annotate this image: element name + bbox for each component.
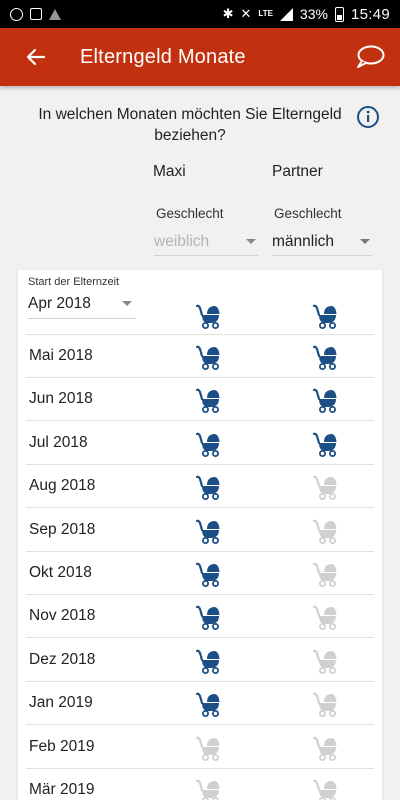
parent2-stroller-toggle-icon[interactable] xyxy=(311,691,339,718)
account-icon xyxy=(10,7,23,21)
parent1-stroller-toggle-icon[interactable] xyxy=(194,735,222,761)
parent1-stroller-toggle-icon[interactable] xyxy=(194,474,222,501)
month-label: Nov 2018 xyxy=(29,607,96,625)
status-right-icons: ✱ ✕ LTE 33% 15:49 xyxy=(223,6,390,23)
month-label: Apr 2018 xyxy=(28,294,91,312)
parent1-stroller-toggle-icon[interactable] xyxy=(194,303,222,329)
parent1-gender-value: weiblich xyxy=(154,232,210,250)
month-row: Jun 2018 xyxy=(26,378,374,422)
parent2-stroller-toggle-icon[interactable] xyxy=(311,303,339,329)
parent2-stroller-toggle-icon[interactable] xyxy=(311,778,339,800)
parent1-stroller-toggle-icon[interactable] xyxy=(194,387,222,414)
parent2-stroller-toggle-icon[interactable] xyxy=(311,387,339,414)
month-row: Jan 2019 xyxy=(26,682,374,726)
month-row: Aug 2018 xyxy=(26,465,374,509)
parent1-stroller-toggle-icon[interactable] xyxy=(194,648,222,674)
battery-percent: 33% xyxy=(299,6,328,22)
image-icon xyxy=(30,8,42,20)
start-month-dropdown[interactable]: Apr 2018 xyxy=(28,289,136,319)
page-title: Elterngeld Monate xyxy=(80,45,246,68)
wifi-off-icon xyxy=(49,8,61,20)
month-row: Sep 2018 xyxy=(26,509,374,552)
battery-icon xyxy=(334,6,344,22)
question-text: In welchen Monaten möchten Sie Elterngel… xyxy=(38,106,342,144)
chat-bubble-icon xyxy=(357,45,385,68)
back-button[interactable] xyxy=(16,37,56,77)
parent1-gender-label: Geschlecht xyxy=(156,206,224,221)
month-label: Jul 2018 xyxy=(29,433,88,451)
month-row: Jul 2018 xyxy=(26,422,374,465)
parent2-gender-label: Geschlecht xyxy=(274,206,342,221)
parent1-stroller-toggle-icon[interactable] xyxy=(194,518,222,544)
month-row: Dez 2018 xyxy=(26,639,374,682)
parent2-stroller-toggle-icon[interactable] xyxy=(311,344,339,370)
parent2-stroller-toggle-icon[interactable] xyxy=(311,431,339,457)
month-row: Mär 2019 xyxy=(26,769,374,800)
month-label: Feb 2019 xyxy=(29,737,95,755)
chevron-down-icon xyxy=(122,301,132,306)
parent2-stroller-toggle-icon[interactable] xyxy=(311,474,339,501)
month-label: Mai 2018 xyxy=(29,347,93,364)
network-type: LTE xyxy=(258,9,273,18)
chevron-down-icon xyxy=(360,239,370,244)
month-row: Apr 2018 xyxy=(26,270,374,335)
parent1-stroller-toggle-icon[interactable] xyxy=(194,778,222,800)
clock: 15:49 xyxy=(350,5,390,23)
parent1-stroller-toggle-icon[interactable] xyxy=(194,691,222,718)
month-label: Aug 2018 xyxy=(29,477,96,495)
month-row: Feb 2019 xyxy=(26,726,374,769)
arrow-left-icon xyxy=(26,48,46,66)
signal-icon xyxy=(279,7,293,21)
status-left-icons xyxy=(10,7,61,21)
month-label: Sep 2018 xyxy=(29,520,96,538)
parent1-stroller-toggle-icon[interactable] xyxy=(194,561,222,587)
month-label: Jun 2018 xyxy=(29,390,93,408)
parent2-stroller-toggle-icon[interactable] xyxy=(311,648,339,674)
month-row: Mai 2018 xyxy=(26,335,374,378)
info-icon xyxy=(357,106,379,128)
info-button[interactable] xyxy=(356,105,380,129)
app-bar: Elterngeld Monate xyxy=(0,28,400,86)
parent2-gender-value: männlich xyxy=(272,232,335,250)
parent2-stroller-toggle-icon[interactable] xyxy=(311,604,339,631)
parent2-stroller-toggle-icon[interactable] xyxy=(311,561,339,587)
parent1-gender-dropdown: weiblich xyxy=(154,228,258,256)
month-label: Okt 2018 xyxy=(29,564,92,581)
feedback-button[interactable] xyxy=(350,37,390,77)
parent2-name: Partner xyxy=(272,163,323,180)
parent2-gender-dropdown[interactable]: männlich xyxy=(272,228,372,256)
parent2-stroller-toggle-icon[interactable] xyxy=(311,735,339,761)
months-card: Start der Elternzeit Apr 2018 Mai 2018 Jun… xyxy=(18,270,382,800)
mute-icon: ✕ xyxy=(240,6,252,21)
chevron-down-icon xyxy=(246,239,256,244)
parent2-stroller-toggle-icon[interactable] xyxy=(311,518,339,544)
month-row: Okt 2018 xyxy=(26,552,374,595)
month-label: Dez 2018 xyxy=(29,650,96,668)
parent1-name: Maxi xyxy=(153,163,186,180)
status-bar: ✱ ✕ LTE 33% 15:49 xyxy=(0,0,400,28)
parent1-stroller-toggle-icon[interactable] xyxy=(194,604,222,631)
bluetooth-icon: ✱ xyxy=(222,6,234,21)
month-row: Nov 2018 xyxy=(26,595,374,639)
month-label: Mär 2019 xyxy=(29,781,95,798)
parent1-stroller-toggle-icon[interactable] xyxy=(194,431,222,457)
parent1-stroller-toggle-icon[interactable] xyxy=(194,344,222,370)
month-label: Jan 2019 xyxy=(29,694,93,712)
